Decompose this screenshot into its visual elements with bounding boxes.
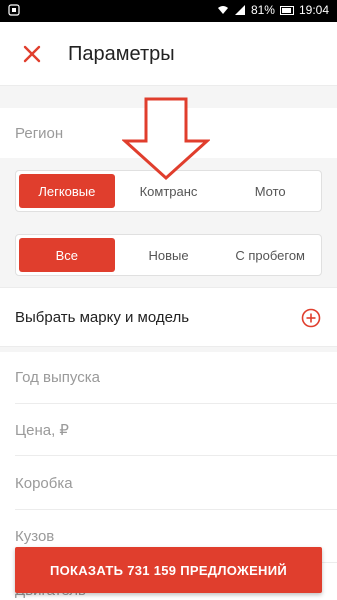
transmission-field[interactable]: Коробка [0, 458, 337, 510]
notification-icon [8, 4, 20, 16]
segment-used[interactable]: С пробегом [222, 238, 318, 272]
segment-moto[interactable]: Мото [222, 174, 318, 208]
show-offers-button[interactable]: ПОКАЗАТЬ 731 159 ПРЕДЛОЖЕНИЙ [15, 547, 322, 593]
price-field[interactable]: Цена, ₽ [0, 404, 337, 456]
add-circle-icon[interactable] [301, 308, 321, 328]
annotation-arrow-icon [122, 97, 210, 181]
choose-model-row[interactable]: Выбрать марку и модель [0, 287, 337, 347]
year-label: Год выпуска [15, 369, 100, 386]
status-bar: 81% 19:04 [0, 0, 337, 22]
region-label: Регион [15, 125, 64, 142]
close-icon[interactable] [18, 40, 46, 68]
condition-selector: Все Новые С пробегом [15, 234, 322, 276]
year-field[interactable]: Год выпуска [0, 352, 337, 404]
segment-passenger[interactable]: Легковые [19, 174, 115, 208]
wifi-icon [217, 4, 229, 16]
clock: 19:04 [298, 3, 329, 17]
choose-model-label: Выбрать марку и модель [15, 309, 190, 326]
signal-icon [234, 4, 246, 16]
segment-all[interactable]: Все [19, 238, 115, 272]
price-label: Цена, ₽ [15, 422, 69, 439]
body-label: Кузов [15, 528, 55, 545]
divider [15, 509, 337, 510]
segment-new[interactable]: Новые [121, 238, 217, 272]
page-title: Параметры [68, 43, 175, 65]
app-bar: Параметры [0, 22, 337, 86]
condition-section: Все Новые С пробегом [0, 222, 337, 287]
battery-icon [279, 5, 294, 15]
transmission-label: Коробка [15, 475, 73, 492]
battery-percent: 81% [250, 3, 275, 17]
divider [15, 455, 337, 456]
